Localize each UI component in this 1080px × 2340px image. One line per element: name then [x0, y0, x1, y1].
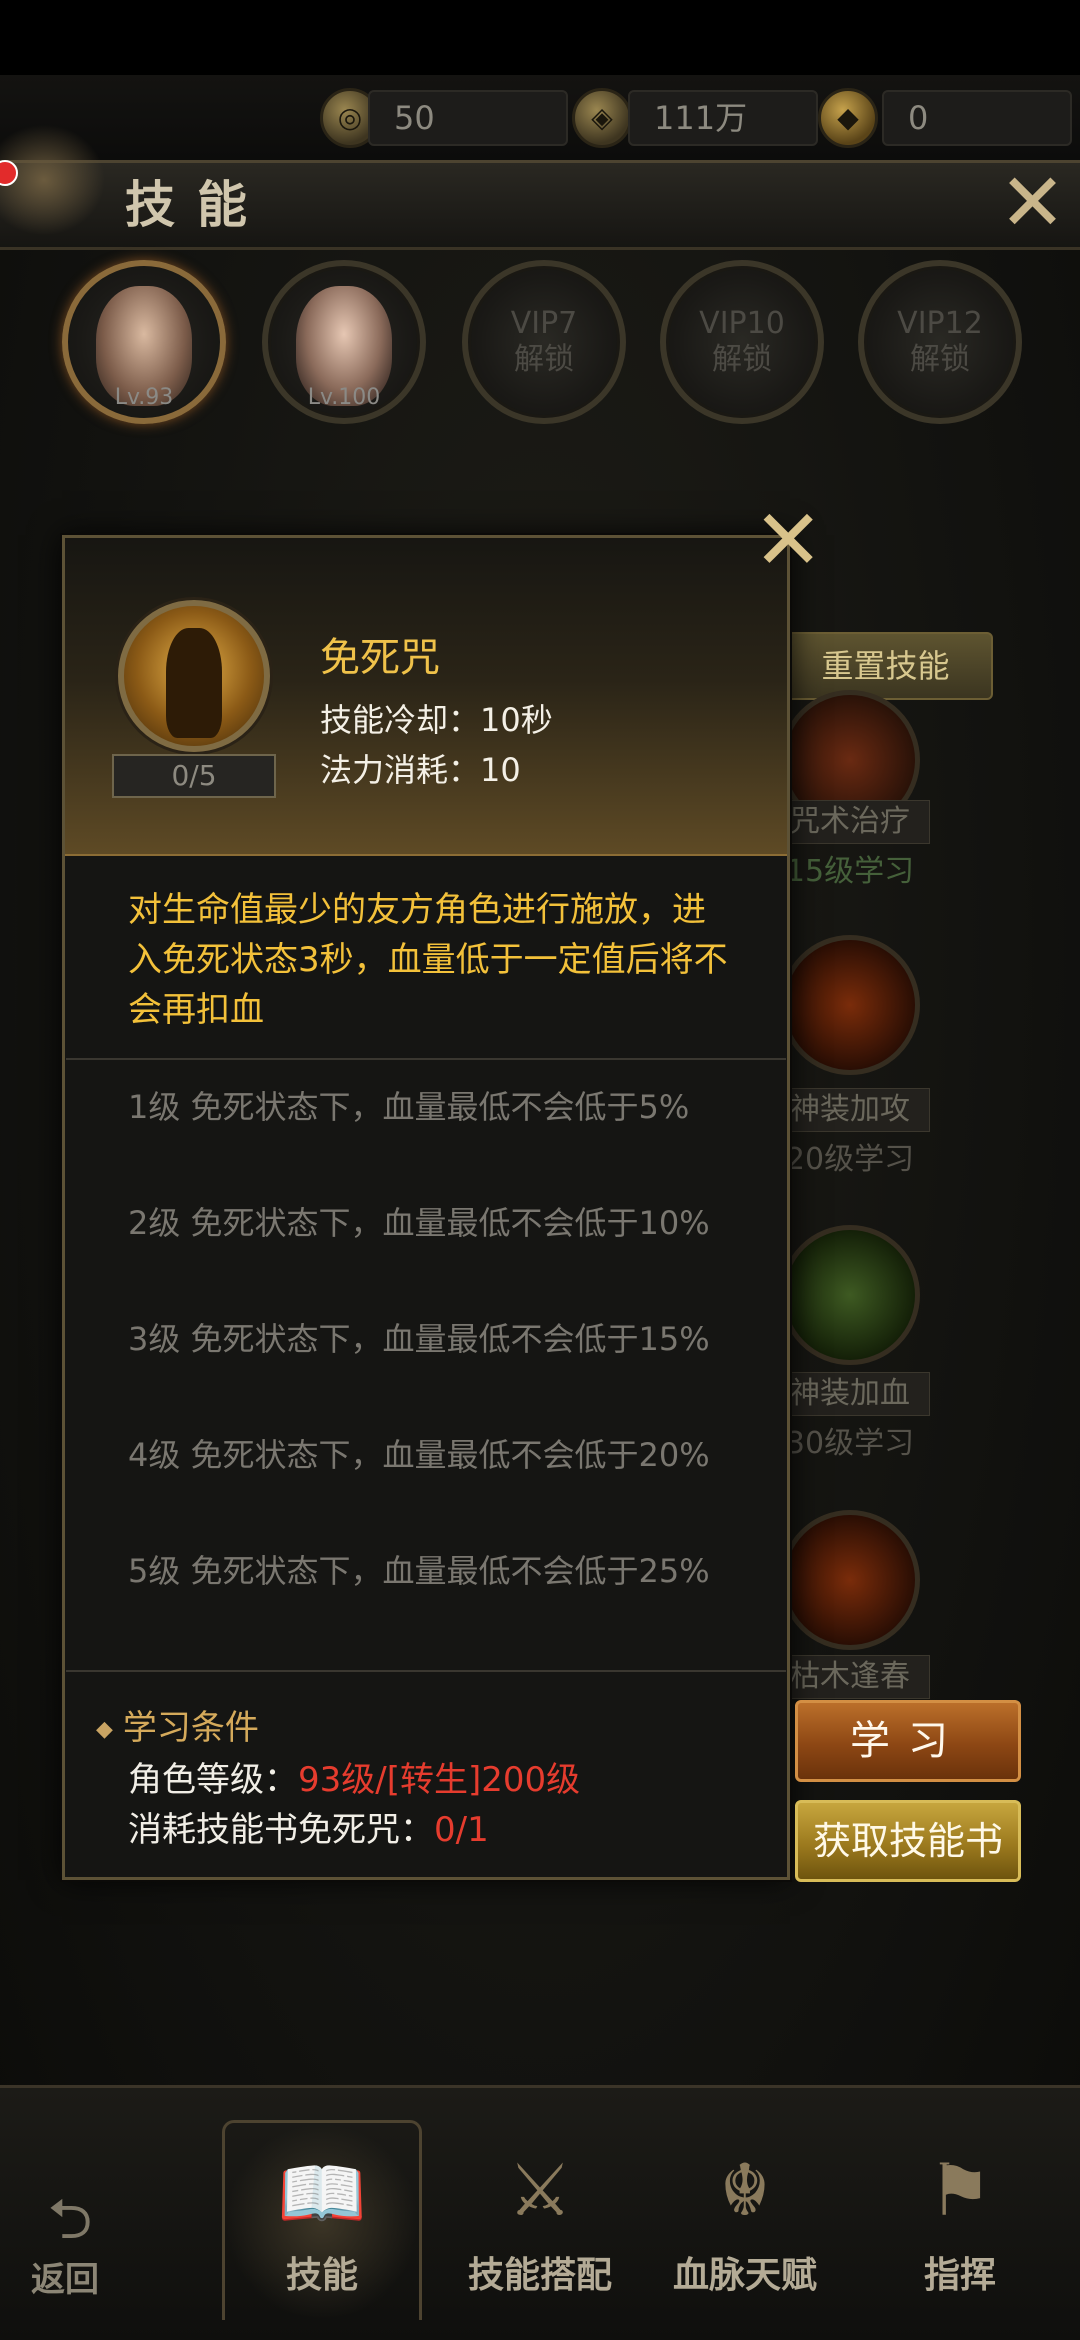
skill-requirement: 30级学习	[785, 1426, 915, 1461]
get-skill-book-button[interactable]: 获取技能书	[795, 1800, 1021, 1882]
level-effect-5: 5级 免死状态下，血量最低不会低于25%	[128, 1552, 710, 1590]
divider	[66, 1670, 786, 1672]
currency-c-value: 0	[882, 90, 1072, 146]
back-arrow-icon: ⮌	[47, 2187, 93, 2252]
sword-icon: ⚔	[507, 2148, 573, 2232]
status-bar	[0, 0, 1080, 75]
level-effect-1: 1级 免死状态下，血量最低不会低于5%	[128, 1088, 690, 1126]
demon-mask-icon: ☬	[719, 2148, 771, 2232]
condition-label: 消耗技能书免死咒：	[128, 1810, 434, 1850]
dragon-ornament-icon	[0, 120, 110, 240]
nav-tab-command[interactable]: ⚑ 指挥	[860, 2120, 1060, 2320]
level-effect-4: 4级 免死状态下，血量最低不会低于20%	[128, 1436, 710, 1474]
nav-tab-bloodline[interactable]: ☬ 血脉天赋	[645, 2120, 845, 2320]
nav-label: 技能	[285, 2254, 358, 2296]
learn-button[interactable]: 学习	[795, 1700, 1021, 1782]
book-icon: 📖	[277, 2151, 367, 2235]
condition-skill-book: 消耗技能书免死咒：0/1	[128, 1802, 489, 1851]
level-effect-2: 2级 免死状态下，血量最低不会低于10%	[128, 1204, 710, 1242]
skill-mana-cost: 法力消耗：10	[320, 751, 521, 789]
back-label: 返回	[31, 2260, 99, 2300]
hero-slot-1[interactable]: Lv.93	[62, 260, 226, 424]
skill-icon-gear-health[interactable]	[780, 1225, 920, 1365]
nav-tab-skill-loadout[interactable]: ⚔ 技能搭配	[440, 2120, 640, 2320]
reset-skills-button[interactable]: 重置技能	[778, 632, 993, 700]
skill-name: 咒术治疗	[770, 800, 930, 844]
skill-name: 免死咒	[320, 635, 440, 681]
divider	[66, 1058, 786, 1060]
skill-icon	[118, 600, 270, 752]
hero-slot-locked-vip10[interactable]: VIP10 解锁	[660, 260, 824, 424]
hero-slot-2[interactable]: Lv.100	[262, 260, 426, 424]
nav-tab-skills[interactable]: 📖 技能	[222, 2120, 422, 2320]
hero-level: Lv.100	[307, 385, 381, 410]
nav-label: 技能搭配	[467, 2254, 612, 2296]
back-button[interactable]: ⮌ 返回	[10, 2190, 120, 2320]
lock-vip: VIP7	[510, 306, 578, 341]
currency-a-value: 50	[368, 90, 568, 146]
skill-icon-revive[interactable]	[780, 1510, 920, 1650]
ingot-icon: ◆	[818, 88, 878, 148]
nav-label: 血脉天赋	[672, 2254, 817, 2296]
skill-name: 枯木逢春	[770, 1655, 930, 1699]
lock-text: 解锁	[712, 342, 772, 377]
lock-text: 解锁	[910, 342, 970, 377]
page-title: 技能	[125, 175, 269, 234]
currency-b-value: 111万	[628, 90, 818, 146]
game-screen: ◎ 50 ◈ 111万 ◆ 0 技能 ✕ Lv.93 Lv.100 VIP7 解…	[0, 0, 1080, 2340]
hero-slot-locked-vip12[interactable]: VIP12 解锁	[858, 260, 1022, 424]
close-icon[interactable]: ✕	[753, 498, 823, 582]
lock-text: 解锁	[514, 342, 574, 377]
lock-label: VIP10 解锁	[666, 306, 818, 378]
skill-figure	[166, 628, 222, 738]
skill-cooldown: 技能冷却：10秒	[320, 701, 553, 739]
skill-name: 神装加攻	[770, 1088, 930, 1132]
skill-description: 对生命值最少的友方角色进行施放，进入免死状态3秒，血量低于一定值后将不会再扣血	[128, 890, 728, 1030]
skill-icon-gear-attack[interactable]	[780, 935, 920, 1075]
learn-conditions-title: ◆ 学习条件	[96, 1700, 259, 1749]
lock-vip: VIP12	[897, 306, 983, 341]
skill-requirement: 20级学习	[785, 1142, 915, 1177]
condition-value: 93级/[转生]200级	[298, 1760, 581, 1800]
skill-requirement: 15级学习	[785, 854, 915, 889]
skill-name: 神装加血	[770, 1372, 930, 1416]
hero-slot-locked-vip7[interactable]: VIP7 解锁	[462, 260, 626, 424]
lock-vip: VIP10	[699, 306, 785, 341]
diamond-bullet-icon: ◆	[96, 1717, 113, 1742]
conditions-title-text: 学习条件	[122, 1708, 259, 1748]
lock-label: VIP12 解锁	[864, 306, 1016, 378]
nav-label: 指挥	[923, 2254, 996, 2296]
condition-value: 0/1	[434, 1810, 489, 1850]
condition-label: 角色等级：	[128, 1760, 298, 1800]
level-effect-3: 3级 免死状态下，血量最低不会低于15%	[128, 1320, 710, 1358]
lock-label: VIP7 解锁	[468, 306, 620, 378]
condition-level: 角色等级：93级/[转生]200级	[128, 1752, 580, 1801]
banner-icon: ⚑	[927, 2148, 993, 2232]
close-icon[interactable]: ✕	[995, 163, 1070, 243]
skill-level-badge: 0/5	[112, 754, 276, 798]
copper-coin-icon: ◈	[572, 88, 632, 148]
hero-level: Lv.93	[114, 385, 174, 410]
